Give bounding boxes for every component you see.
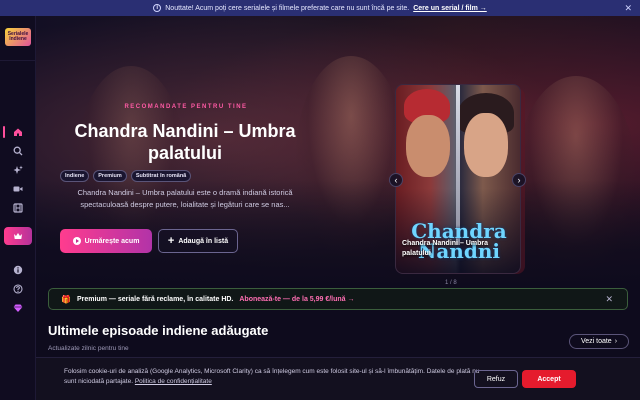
announcement-link[interactable]: Cere un serial / film → xyxy=(413,5,487,12)
announcement-text: Nouttate! Acum poți cere serialele și fi… xyxy=(165,4,410,12)
refuse-button[interactable]: Refuz xyxy=(474,370,518,388)
help-icon[interactable] xyxy=(8,281,28,297)
chevron-right-icon[interactable]: › xyxy=(512,173,526,187)
cookie-text: Folosim cookie-uri de analiză (Google An… xyxy=(64,368,480,385)
sidebar: Serialele Indiene xyxy=(0,16,36,400)
accept-button[interactable]: Accept xyxy=(522,370,576,388)
carousel-counter: 1 / 8 xyxy=(445,280,457,286)
crown-icon[interactable] xyxy=(4,227,32,245)
announcement-bar: i Nouttate! Acum poți cere serialele și … xyxy=(0,0,640,16)
logo-text: Serialele Indiene xyxy=(7,31,29,42)
gift-icon: 🎁 xyxy=(61,294,71,304)
page: i Nouttate! Acum poți cere serialele și … xyxy=(0,0,640,400)
section-title: Ultimele episoade indiene adăugate xyxy=(48,323,269,338)
film-icon[interactable] xyxy=(8,200,28,216)
chevron-left-icon[interactable]: ‹ xyxy=(389,173,403,187)
section-subtitle: Actualizate zilnic pentru tine xyxy=(48,345,129,352)
sparkles-icon[interactable] xyxy=(8,162,28,178)
add-to-list-button[interactable]: + Adaugă în listă xyxy=(158,229,238,253)
video-icon[interactable] xyxy=(8,181,28,197)
plus-icon: + xyxy=(167,235,175,247)
subscribe-link[interactable]: Abonează-te — de la 5,99 €/lună → xyxy=(239,296,354,303)
premium-banner: 🎁 Premium — seriale fără reclame, în cal… xyxy=(48,288,628,310)
sidebar-divider xyxy=(0,60,36,61)
search-icon[interactable] xyxy=(8,143,28,159)
poster-art-face-right xyxy=(464,113,508,177)
privacy-policy-link[interactable]: Politica de confidențialitate xyxy=(135,378,212,385)
home-icon[interactable] xyxy=(3,124,28,140)
poster-art-face-left xyxy=(406,115,450,177)
watch-now-button[interactable]: Urmărește acum xyxy=(60,229,152,253)
add-to-list-label: Adaugă în listă xyxy=(178,237,229,245)
play-icon xyxy=(72,237,81,245)
hero-title: Chandra Nandini – Umbra palatului xyxy=(74,121,296,163)
logo[interactable]: Serialele Indiene xyxy=(5,28,31,46)
diamond-icon[interactable] xyxy=(8,300,28,316)
close-icon[interactable]: ✕ xyxy=(605,294,613,305)
watch-now-label: Urmărește acum xyxy=(84,237,140,245)
info-icon: i xyxy=(153,4,162,12)
poster-caption: Chandra Nandini – Umbra palatului xyxy=(402,240,488,257)
tag-subtitrat[interactable]: Subtitrat în română xyxy=(130,170,192,182)
hero-eyebrow: RECOMANDATE PENTRU TINE xyxy=(124,104,248,110)
cookie-text-block: Folosim cookie-uri de analiză (Google An… xyxy=(64,367,484,387)
close-icon[interactable]: ✕ xyxy=(624,3,632,14)
info-circle-icon[interactable] xyxy=(8,262,28,278)
hero-tags: Indiene Premium Subtitrat în română xyxy=(60,170,192,182)
premium-text: Premium — seriale fără reclame, în calit… xyxy=(76,295,234,303)
hero-description: Chandra Nandini – Umbra palatului este o… xyxy=(77,188,293,209)
tag-indiene[interactable]: Indiene xyxy=(60,170,90,182)
tag-premium[interactable]: Premium xyxy=(93,170,127,182)
cookie-banner: Folosim cookie-uri de analiză (Google An… xyxy=(36,357,640,400)
chevron-right-icon: › xyxy=(614,338,618,345)
see-all-button[interactable]: Vezi toate › xyxy=(569,334,629,349)
see-all-label: Vezi toate xyxy=(580,338,612,345)
